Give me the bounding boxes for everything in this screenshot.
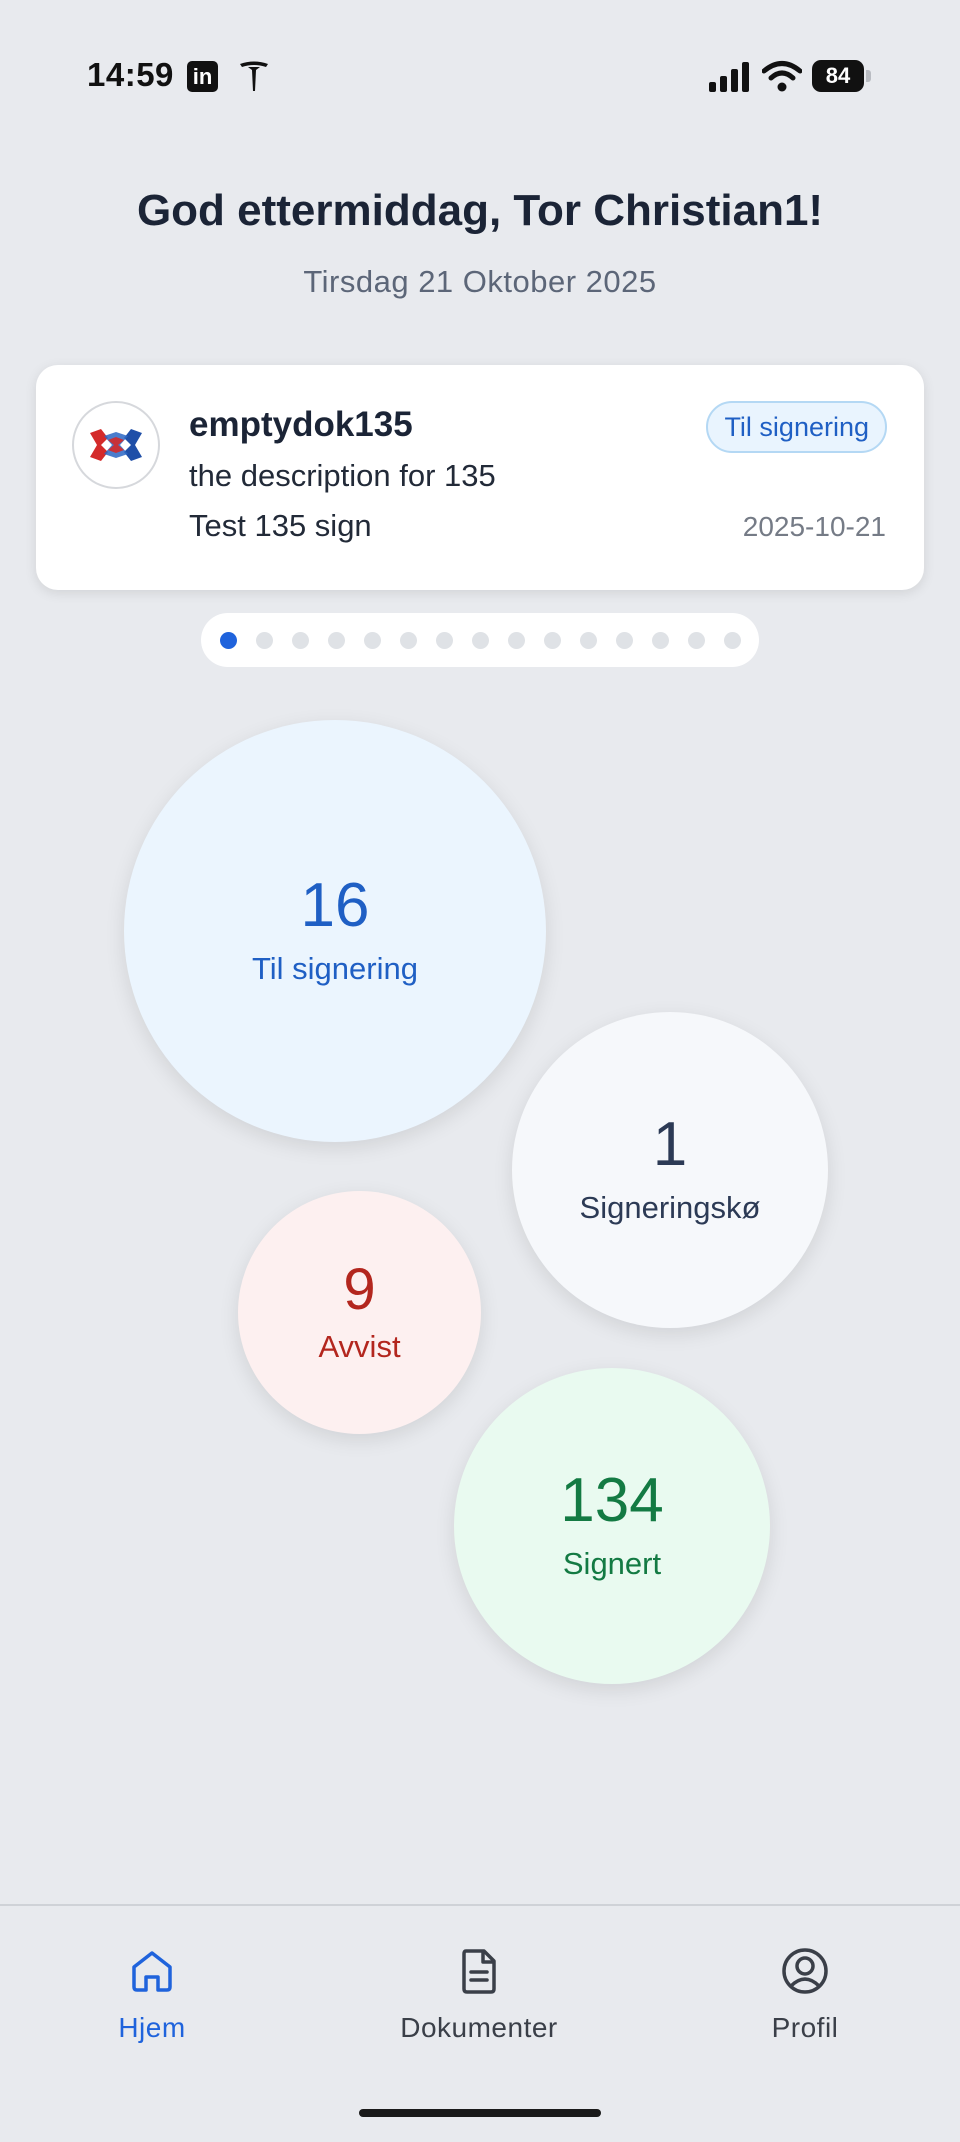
nav-label-documents: Dokumenter [400, 2012, 558, 2043]
pagination-dot[interactable] [400, 632, 417, 649]
battery-icon: 84 [812, 60, 871, 92]
stat-signed-bubble[interactable]: 134 Signert [454, 1368, 770, 1684]
current-date: Tirsdag 21 Oktober 2025 [303, 264, 657, 299]
status-bar: 14:59 in 84 [0, 0, 960, 150]
stat-queue-label: Signeringskø [579, 1190, 761, 1225]
pagination-dot[interactable] [292, 632, 309, 649]
linkedin-icon: in [187, 61, 218, 92]
pagination-dot[interactable] [544, 632, 561, 649]
nav-item-home[interactable]: Hjem [42, 1944, 262, 2044]
tesla-icon [240, 61, 268, 91]
cellular-signal-icon [709, 62, 749, 92]
battery-level: 84 [812, 60, 864, 92]
pagination-dot[interactable] [724, 632, 741, 649]
stat-pending-bubble[interactable]: 16 Til signering [124, 720, 546, 1142]
pagination-dot[interactable] [328, 632, 345, 649]
profile-icon [782, 1948, 828, 1994]
nav-label-home: Hjem [118, 2012, 186, 2043]
company-logo [72, 401, 160, 489]
pagination-dot[interactable] [472, 632, 489, 649]
pagination-dot[interactable] [220, 632, 237, 649]
stat-pending-count: 16 [300, 871, 370, 940]
document-subtitle: Test 135 sign [189, 508, 372, 543]
pagination-dot[interactable] [580, 632, 597, 649]
document-title: emptydok135 [189, 405, 413, 444]
document-description: the description for 135 [189, 458, 496, 493]
document-icon [462, 1949, 496, 1994]
stat-rejected-bubble[interactable]: 9 Avvist [238, 1191, 481, 1434]
nav-item-profile[interactable]: Profil [695, 1944, 915, 2044]
pagination-dot[interactable] [616, 632, 633, 649]
stat-signed-label: Signert [562, 1546, 662, 1581]
document-date: 2025-10-21 [742, 511, 886, 542]
status-time: 14:59 [87, 56, 174, 93]
stat-pending-label: Til signering [252, 951, 418, 986]
home-indicator [359, 2109, 601, 2117]
pagination-dot[interactable] [436, 632, 453, 649]
stat-signed-count: 134 [560, 1466, 664, 1535]
home-screen: 14:59 in 84 God ettermiddag, Tor Christi… [0, 0, 960, 2142]
nav-label-profile: Profil [771, 2012, 839, 2043]
pagination-dot[interactable] [652, 632, 669, 649]
pagination-dot[interactable] [256, 632, 273, 649]
home-icon [132, 1951, 172, 1992]
wifi-icon [762, 61, 802, 92]
stat-rejected-count: 9 [343, 1256, 376, 1322]
nav-item-documents[interactable]: Dokumenter [369, 1944, 589, 2044]
document-card[interactable]: emptydok135 the description for 135 Test… [36, 365, 924, 590]
stat-queue-count: 1 [652, 1110, 688, 1179]
status-badge: Til signering [706, 401, 887, 453]
pagination-dot[interactable] [688, 632, 705, 649]
stat-rejected-label: Avvist [318, 1328, 401, 1364]
company-logo-icon [90, 429, 142, 461]
carousel-pagination [201, 613, 759, 667]
pagination-dot[interactable] [364, 632, 381, 649]
greeting-title: God ettermiddag, Tor Christian1! [136, 186, 824, 235]
pagination-dot[interactable] [508, 632, 525, 649]
bottom-nav: Hjem Dokumenter Profil [0, 1904, 960, 2142]
stat-queue-bubble[interactable]: 1 Signeringskø [512, 1012, 828, 1328]
